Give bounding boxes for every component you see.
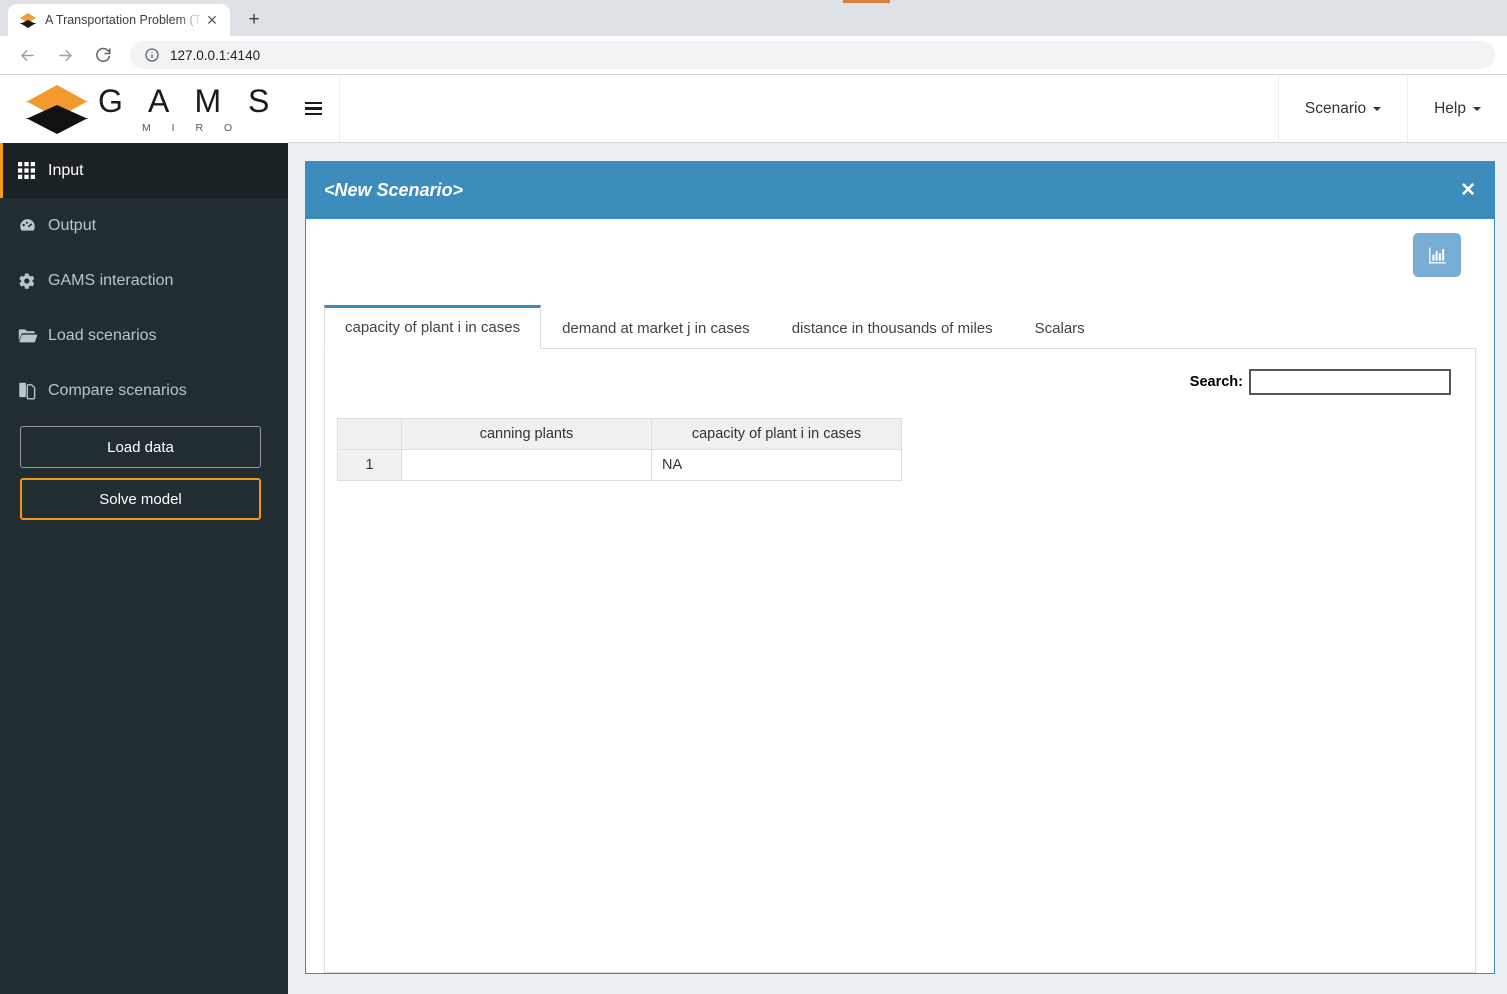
hamburger-icon[interactable] [288,75,340,142]
sidebar-item-compare-scenarios[interactable]: Compare scenarios [0,363,288,418]
gear-icon [18,272,48,290]
window-top-edge [0,0,1507,4]
content-area: <New Scenario> ✕ capacity of plant i in … [288,143,1507,994]
bar-chart-icon[interactable] [1413,233,1461,277]
browser-chrome: A Transportation Problem (TRNSP ✕ + 127.… [0,0,1507,75]
grid-icon [18,162,48,179]
gauge-icon [18,216,48,235]
cell-capacity[interactable]: NA [651,449,902,481]
scenario-title: <New Scenario> [324,179,464,200]
site-info-icon[interactable] [144,47,160,63]
tab-panel-capacity: Search: canning plants capacity of plant… [324,349,1476,973]
address-bar[interactable]: 127.0.0.1:4140 [130,41,1495,69]
close-icon[interactable]: ✕ [1460,181,1476,200]
top-navbar: Scenario Help [288,75,1507,143]
scenario-menu-label: Scenario [1304,99,1367,117]
miro-app: G A M S M I R O Input Output GAMS intera… [0,75,1507,994]
column-header-index[interactable] [337,418,402,450]
load-data-button[interactable]: Load data [20,426,261,468]
sidebar-item-output[interactable]: Output [0,198,288,253]
gams-favicon-icon [20,12,37,29]
scenario-panel-body: capacity of plant i in cases demand at m… [306,219,1494,973]
sidebar-item-label: Output [48,216,97,234]
search-label: Search: [1189,374,1243,390]
table-row: 1 NA [337,449,902,481]
back-arrow-icon[interactable] [11,39,43,71]
chevron-down-icon [1373,106,1382,111]
tab-scalars[interactable]: Scalars [1014,306,1106,349]
tab-distance-in-miles[interactable]: distance in thousands of miles [771,306,1014,349]
tab-capacity-of-plant[interactable]: capacity of plant i in cases [324,305,542,349]
sidebar-item-input[interactable]: Input [0,143,288,198]
column-header-capacity[interactable]: capacity of plant i in cases [651,418,902,450]
new-tab-button[interactable]: + [240,6,268,34]
scenario-menu[interactable]: Scenario [1277,75,1407,142]
scenario-panel: <New Scenario> ✕ capacity of plant i in … [305,161,1495,974]
close-tab-icon[interactable]: ✕ [202,10,222,30]
window-accent-line [843,0,890,3]
reload-icon[interactable] [87,39,119,71]
gams-logo-icon [26,83,88,135]
main-area: Scenario Help <New Scenario> ✕ capacity … [288,75,1507,994]
tab-demand-at-market[interactable]: demand at market j in cases [541,306,771,349]
topnav-spacer [340,75,1278,142]
sidebar-item-label: Input [48,161,84,179]
help-menu-label: Help [1434,99,1466,117]
solve-model-button[interactable]: Solve model [20,478,261,520]
sidebar-item-label: GAMS interaction [48,271,174,289]
data-table-body: 1 NA [337,449,902,481]
browser-tab-title: A Transportation Problem (TRNSP [45,13,202,27]
browser-tabstrip: A Transportation Problem (TRNSP ✕ + [0,4,1507,36]
data-table-head: canning plants capacity of plant i in ca… [337,418,902,450]
address-bar-url: 127.0.0.1:4140 [170,47,261,63]
sidebar-item-label: Load scenarios [48,326,157,344]
search-input[interactable] [1249,369,1451,395]
scenario-panel-header: <New Scenario> ✕ [306,161,1494,219]
folder-open-icon [18,327,48,345]
table-header-row: canning plants capacity of plant i in ca… [337,418,902,450]
column-header-canning-plants[interactable]: canning plants [401,418,652,450]
browser-tab[interactable]: A Transportation Problem (TRNSP ✕ [8,4,230,36]
browser-toolbar: 127.0.0.1:4140 [0,36,1507,75]
table-search-row: Search: [337,369,1463,395]
logo-sub-text: M I R O [142,121,242,134]
cell-canning-plant[interactable] [401,449,652,481]
sidebar-item-label: Compare scenarios [48,381,187,399]
app-logo: G A M S M I R O [0,75,288,143]
sidebar: G A M S M I R O Input Output GAMS intera… [0,75,288,994]
data-table: canning plants capacity of plant i in ca… [337,418,902,481]
chevron-down-icon [1473,106,1481,111]
help-menu[interactable]: Help [1407,75,1507,142]
sidebar-item-load-scenarios[interactable]: Load scenarios [0,308,288,363]
sidebar-menu: Input Output GAMS interaction Load scena… [0,143,288,520]
sidebar-item-gams-interaction[interactable]: GAMS interaction [0,253,288,308]
logo-brand-text: G A M S [98,82,279,119]
input-tabs: capacity of plant i in cases demand at m… [324,304,1476,349]
chart-button-row [324,233,1476,277]
cell-row-index: 1 [337,449,402,481]
copy-files-icon [18,381,48,400]
forward-arrow-icon[interactable] [49,39,81,71]
